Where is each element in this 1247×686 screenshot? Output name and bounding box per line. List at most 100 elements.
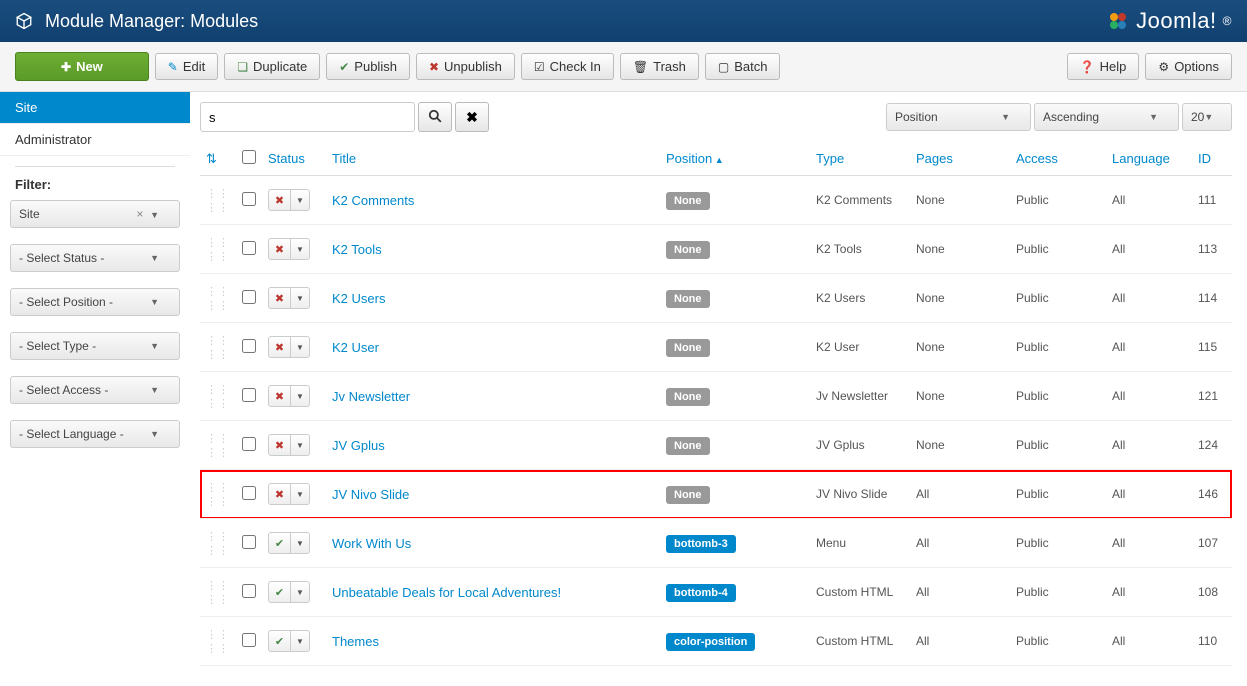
- row-checkbox[interactable]: [242, 584, 256, 598]
- module-icon: [15, 12, 33, 30]
- status-toggle[interactable]: ✔ ▼: [268, 532, 310, 554]
- search-button[interactable]: [418, 102, 452, 132]
- position-badge: None: [666, 290, 710, 308]
- row-checkbox[interactable]: [242, 633, 256, 647]
- row-checkbox[interactable]: [242, 388, 256, 402]
- status-toggle[interactable]: ✖ ▼: [268, 385, 310, 407]
- module-title-link[interactable]: JV Nivo Slide: [332, 487, 409, 502]
- table-row: ⋮⋮⋮⋮ ✖ ▼ K2 Tools None K2 Tools None Pub…: [200, 225, 1232, 274]
- col-ordering[interactable]: ⇅: [200, 142, 236, 176]
- drag-handle-icon[interactable]: ⋮⋮⋮⋮: [206, 482, 230, 508]
- drag-handle-icon[interactable]: ⋮⋮⋮⋮: [206, 384, 230, 410]
- sort-direction-select[interactable]: Ascending▼: [1034, 103, 1179, 131]
- joomla-logo: Joomla! ®: [1106, 8, 1232, 34]
- batch-button[interactable]: ▢Batch: [705, 53, 781, 80]
- status-toggle[interactable]: ✖ ▼: [268, 483, 310, 505]
- type-cell: K2 Tools: [810, 225, 910, 274]
- chevron-down-icon: ▼: [150, 341, 159, 351]
- sort-column-select[interactable]: Position▼: [886, 103, 1031, 131]
- col-id[interactable]: ID: [1198, 151, 1211, 166]
- module-title-link[interactable]: K2 Users: [332, 291, 385, 306]
- row-checkbox[interactable]: [242, 290, 256, 304]
- module-title-link[interactable]: Work With Us: [332, 536, 411, 551]
- drag-handle-icon[interactable]: ⋮⋮⋮⋮: [206, 188, 230, 214]
- filter-position-select[interactable]: - Select Position -▼: [10, 288, 180, 316]
- pages-cell: None: [910, 176, 1010, 225]
- id-cell: 114: [1192, 274, 1232, 323]
- table-row: ⋮⋮⋮⋮ ✔ ▼ Themes color-position Custom HT…: [200, 617, 1232, 666]
- edit-button[interactable]: ✎Edit: [155, 53, 218, 80]
- module-title-link[interactable]: Themes: [332, 634, 379, 649]
- col-pages[interactable]: Pages: [916, 151, 953, 166]
- x-icon: ✖: [269, 484, 291, 504]
- status-toggle[interactable]: ✔ ▼: [268, 630, 310, 652]
- unpublish-button[interactable]: ✖Unpublish: [416, 53, 515, 80]
- new-button[interactable]: ✚New: [15, 52, 149, 81]
- col-title[interactable]: Title: [332, 151, 356, 166]
- duplicate-button[interactable]: ❏Duplicate: [224, 53, 320, 80]
- type-cell: Jv Newsletter: [810, 372, 910, 421]
- drag-handle-icon[interactable]: ⋮⋮⋮⋮: [206, 531, 230, 557]
- col-position[interactable]: Position ▲: [666, 151, 724, 166]
- module-title-link[interactable]: K2 Tools: [332, 242, 382, 257]
- options-button[interactable]: ⚙Options: [1145, 53, 1232, 80]
- search-input[interactable]: [200, 102, 415, 132]
- sidebar-item-label: Site: [15, 100, 37, 115]
- chevron-down-icon: ▼: [1149, 112, 1158, 122]
- row-checkbox[interactable]: [242, 535, 256, 549]
- clear-search-button[interactable]: ✖: [455, 102, 489, 132]
- help-button[interactable]: ❓Help: [1067, 53, 1140, 80]
- checkall-checkbox[interactable]: [242, 150, 256, 164]
- drag-handle-icon[interactable]: ⋮⋮⋮⋮: [206, 580, 230, 606]
- limit-select[interactable]: 20▼: [1182, 103, 1232, 131]
- row-checkbox[interactable]: [242, 486, 256, 500]
- module-title-link[interactable]: K2 Comments: [332, 193, 414, 208]
- table-row: ⋮⋮⋮⋮ ✖ ▼ Jv Newsletter None Jv Newslette…: [200, 372, 1232, 421]
- trash-button[interactable]: 🗑Trash: [620, 53, 699, 80]
- row-checkbox[interactable]: [242, 241, 256, 255]
- language-cell: All: [1106, 519, 1192, 568]
- drag-handle-icon[interactable]: ⋮⋮⋮⋮: [206, 335, 230, 361]
- drag-handle-icon[interactable]: ⋮⋮⋮⋮: [206, 433, 230, 459]
- module-title-link[interactable]: JV Gplus: [332, 438, 385, 453]
- status-toggle[interactable]: ✖ ▼: [268, 189, 310, 211]
- status-toggle[interactable]: ✔ ▼: [268, 581, 310, 603]
- col-access[interactable]: Access: [1016, 151, 1058, 166]
- filter-client-select[interactable]: Site× ▼: [10, 200, 180, 228]
- type-cell: K2 Comments: [810, 176, 910, 225]
- type-cell: Custom HTML: [810, 617, 910, 666]
- status-toggle[interactable]: ✖ ▼: [268, 336, 310, 358]
- module-title-link[interactable]: K2 User: [332, 340, 379, 355]
- row-checkbox[interactable]: [242, 437, 256, 451]
- col-status[interactable]: Status: [268, 151, 305, 166]
- filter-access-select[interactable]: - Select Access -▼: [10, 376, 180, 404]
- col-type[interactable]: Type: [816, 151, 844, 166]
- language-cell: All: [1106, 617, 1192, 666]
- col-language[interactable]: Language: [1112, 151, 1170, 166]
- checkin-button[interactable]: ☑ Check In: [521, 53, 614, 80]
- row-checkbox[interactable]: [242, 339, 256, 353]
- sidebar-item-administrator[interactable]: Administrator: [0, 124, 190, 156]
- toolbar: ✚New ✎Edit ❏Duplicate ✔Publish ✖Unpublis…: [0, 42, 1247, 92]
- chevron-down-icon: ▼: [291, 239, 309, 259]
- drag-handle-icon[interactable]: ⋮⋮⋮⋮: [206, 286, 230, 312]
- filter-status-select[interactable]: - Select Status -▼: [10, 244, 180, 272]
- filter-type-select[interactable]: - Select Type -▼: [10, 332, 180, 360]
- status-toggle[interactable]: ✖ ▼: [268, 287, 310, 309]
- sidebar-item-site[interactable]: Site: [0, 92, 190, 124]
- access-cell: Public: [1010, 421, 1106, 470]
- filter-language-select[interactable]: - Select Language -▼: [10, 420, 180, 448]
- publish-button[interactable]: ✔Publish: [326, 53, 410, 80]
- drag-handle-icon[interactable]: ⋮⋮⋮⋮: [206, 629, 230, 655]
- language-cell: All: [1106, 568, 1192, 617]
- drag-handle-icon[interactable]: ⋮⋮⋮⋮: [206, 237, 230, 263]
- chevron-down-icon: ▼: [291, 386, 309, 406]
- checkin-label: Check In: [550, 59, 601, 74]
- row-checkbox[interactable]: [242, 192, 256, 206]
- module-title-link[interactable]: Jv Newsletter: [332, 389, 410, 404]
- checkbox-icon: ☑: [534, 60, 545, 74]
- status-toggle[interactable]: ✖ ▼: [268, 434, 310, 456]
- clear-icon[interactable]: × ▼: [136, 207, 159, 221]
- status-toggle[interactable]: ✖ ▼: [268, 238, 310, 260]
- module-title-link[interactable]: Unbeatable Deals for Local Adventures!: [332, 585, 561, 600]
